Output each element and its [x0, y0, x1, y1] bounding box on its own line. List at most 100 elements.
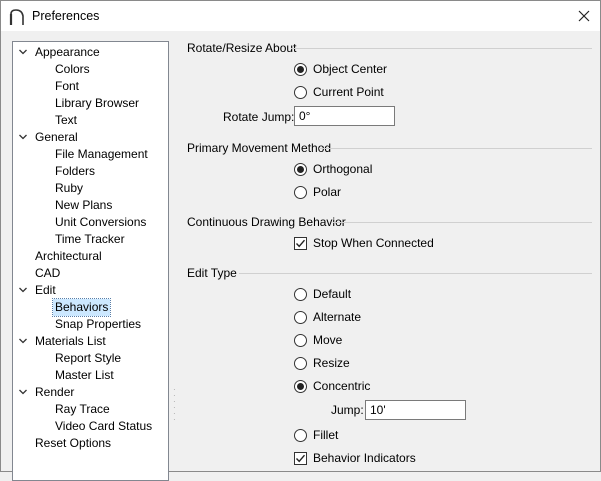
tree-item-label: Ray Trace	[55, 402, 110, 416]
tree-item-label: Time Tracker	[55, 232, 125, 246]
concentric-label: Concentric	[313, 379, 371, 393]
object-center-option[interactable]: Object Center	[294, 61, 387, 77]
chevron-down-icon[interactable]	[18, 387, 28, 397]
checkmark-icon	[295, 454, 306, 462]
tree-item-label: Reset Options	[35, 436, 112, 450]
tree-item-reset-options[interactable]: Reset Options	[33, 435, 113, 452]
resize-label: Resize	[313, 356, 350, 370]
orthogonal-label: Orthogonal	[313, 162, 373, 176]
tree-item-master-list[interactable]: Master List	[53, 367, 116, 384]
current-point-option[interactable]: Current Point	[294, 84, 384, 100]
stop-when-connected-option[interactable]: Stop When Connected	[294, 235, 434, 251]
tree-item-folders[interactable]: Folders	[53, 163, 97, 180]
preferences-dialog: Preferences Appearance Colors Font Library …	[0, 0, 601, 481]
tree-item-label: Report Style	[55, 351, 122, 365]
polar-label: Polar	[313, 185, 342, 199]
tree-item-library-browser[interactable]: Library Browser	[53, 95, 141, 112]
rotate-jump-label: Rotate Jump:	[223, 110, 295, 124]
tree-item-label: Ruby	[55, 181, 84, 195]
rotate-section-header: Rotate/Resize About	[187, 41, 297, 55]
tree-item-label: Video Card Status	[55, 419, 153, 433]
tree-item-font[interactable]: Font	[53, 78, 81, 95]
tree-item-label: Snap Properties	[55, 317, 142, 331]
rotate-jump-field[interactable]: 0°	[294, 106, 395, 126]
object-center-radio[interactable]	[294, 62, 307, 76]
concentric-radio[interactable]	[294, 379, 307, 393]
orthogonal-radio[interactable]	[294, 162, 307, 176]
fillet-option[interactable]: Fillet	[294, 427, 338, 443]
tree-item-label: Edit	[35, 283, 56, 297]
edit-type-section-divider	[239, 273, 592, 274]
edit-type-section-header: Edit Type	[187, 266, 237, 280]
default-label: Default	[313, 287, 352, 301]
tree-item-architectural[interactable]: Architectural	[33, 248, 104, 265]
alternate-label: Alternate	[313, 310, 362, 324]
chevron-down-icon[interactable]	[18, 47, 28, 57]
tree-item-label: Master List	[55, 368, 114, 382]
checkmark-icon	[295, 239, 306, 247]
title-bar: Preferences	[1, 1, 600, 31]
tree-item-label: File Management	[55, 147, 148, 161]
move-option[interactable]: Move	[294, 332, 342, 348]
stop-when-connected-label: Stop When Connected	[313, 236, 434, 250]
tree-item-time-tracker[interactable]: Time Tracker	[53, 231, 127, 248]
tree-item-general[interactable]: General	[19, 129, 80, 146]
tree-item-ray-trace[interactable]: Ray Trace	[53, 401, 112, 418]
polar-radio[interactable]	[294, 185, 307, 199]
default-radio[interactable]	[294, 287, 307, 301]
stop-when-connected-checkbox[interactable]	[294, 236, 307, 250]
continuous-section-header: Continuous Drawing Behavior	[187, 215, 346, 229]
rotate-section-divider	[291, 48, 592, 49]
tree-item-colors[interactable]: Colors	[53, 61, 92, 78]
orthogonal-option[interactable]: Orthogonal	[294, 161, 372, 177]
concentric-jump-field[interactable]: 10'	[365, 400, 466, 420]
splitter-grip[interactable]: · · · · · ·	[173, 386, 176, 433]
alternate-option[interactable]: Alternate	[294, 309, 361, 325]
resize-option[interactable]: Resize	[294, 355, 350, 371]
tree-item-label: Library Browser	[55, 96, 140, 110]
tree-item-appearance[interactable]: Appearance	[19, 44, 102, 61]
tree-item-label: Colors	[55, 62, 90, 76]
current-point-radio[interactable]	[294, 85, 307, 99]
tree-item-label: Text	[55, 113, 78, 127]
polar-option[interactable]: Polar	[294, 184, 341, 200]
behavior-indicators-option[interactable]: Behavior Indicators	[294, 450, 416, 466]
tree-item-cad[interactable]: CAD	[33, 265, 62, 282]
tree-item-edit[interactable]: Edit	[19, 282, 58, 299]
chevron-down-icon[interactable]	[18, 336, 28, 346]
tree-item-report-style[interactable]: Report Style	[53, 350, 123, 367]
tree-item-unit-conversions[interactable]: Unit Conversions	[53, 214, 148, 231]
tree-item-file-management[interactable]: File Management	[53, 146, 150, 163]
object-center-label: Object Center	[313, 62, 388, 76]
fillet-label: Fillet	[313, 428, 339, 442]
chevron-down-icon[interactable]	[18, 132, 28, 142]
tree-item-render[interactable]: Render	[19, 384, 76, 401]
tree-item-label: Render	[35, 385, 75, 399]
tree-item-label: Materials List	[35, 334, 106, 348]
resize-radio[interactable]	[294, 356, 307, 370]
fillet-radio[interactable]	[294, 428, 307, 442]
tree-item-text[interactable]: Text	[53, 112, 79, 129]
tree-item-video-card-status[interactable]: Video Card Status	[53, 418, 154, 435]
tree-item-ruby[interactable]: Ruby	[53, 180, 85, 197]
current-point-label: Current Point	[313, 85, 384, 99]
window-title: Preferences	[32, 9, 100, 23]
movement-section-divider	[319, 148, 592, 149]
preferences-tree[interactable]: Appearance Colors Font Library Browser Text G…	[12, 41, 169, 481]
tree-item-label: Font	[55, 79, 80, 93]
close-button[interactable]	[568, 1, 600, 31]
move-radio[interactable]	[294, 333, 307, 347]
tree-item-behaviors[interactable]: Behaviors	[51, 298, 112, 317]
default-option[interactable]: Default	[294, 286, 351, 302]
tree-item-materials-list[interactable]: Materials List	[19, 333, 108, 350]
chevron-down-icon[interactable]	[18, 285, 28, 295]
tree-item-snap-properties[interactable]: Snap Properties	[53, 316, 143, 333]
concentric-option[interactable]: Concentric	[294, 378, 370, 394]
tree-item-label: Appearance	[35, 45, 100, 59]
app-logo-icon	[9, 9, 24, 25]
behavior-indicators-label: Behavior Indicators	[313, 451, 416, 465]
behavior-indicators-checkbox[interactable]	[294, 451, 307, 465]
alternate-radio[interactable]	[294, 310, 307, 324]
tree-item-new-plans[interactable]: New Plans	[53, 197, 114, 214]
close-icon	[578, 10, 590, 22]
